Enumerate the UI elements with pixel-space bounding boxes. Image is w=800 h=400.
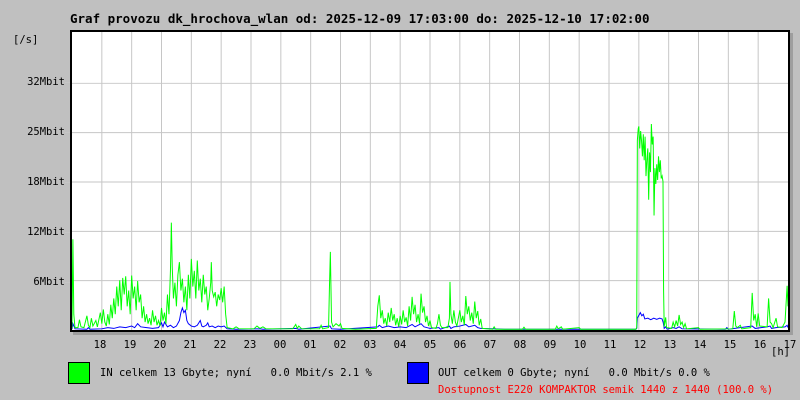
y-axis-tick-label: 32Mbit — [27, 76, 65, 88]
traffic-chart — [72, 32, 788, 330]
x-axis-tick-label: 07 — [483, 339, 497, 351]
y-axis-tick-mark — [65, 282, 70, 283]
out-legend-swatch — [407, 362, 429, 384]
y-axis-unit-label: [/s] — [13, 34, 39, 46]
x-axis-tick-label: 06 — [453, 339, 467, 351]
x-axis-tick-label: 01 — [303, 339, 317, 351]
y-axis-tick-mark — [65, 232, 70, 233]
x-axis-tick-label: 15 — [723, 339, 737, 351]
x-axis-tick-label: 20 — [153, 339, 167, 351]
x-axis-tick-label: 19 — [123, 339, 137, 351]
x-axis-tick-label: 22 — [213, 339, 227, 351]
x-axis-tick-label: 04 — [393, 339, 407, 351]
availability-label: Dostupnost E220 KOMPAKTOR semik 1440 z 1… — [438, 384, 774, 396]
x-axis-tick-label: 00 — [273, 339, 287, 351]
x-axis-tick-label: 09 — [543, 339, 557, 351]
y-axis-tick-label: 25Mbit — [27, 126, 65, 138]
x-axis-tick-label: 14 — [693, 339, 707, 351]
in-legend-swatch — [68, 362, 90, 384]
x-axis-unit-label: [h] — [771, 346, 790, 358]
x-axis-tick-label: 21 — [183, 339, 197, 351]
y-axis-tick-label: 12Mbit — [27, 226, 65, 238]
y-axis-tick-mark — [65, 182, 70, 183]
y-axis-tick-mark — [65, 132, 70, 133]
out-legend-label: OUT celkem 0 Gbyte; nyní 0.0 Mbit/s 0.0 … — [438, 367, 710, 379]
in-legend-label: IN celkem 13 Gbyte; nyní 0.0 Mbit/s 2.1 … — [100, 367, 372, 379]
x-axis-tick-label: 08 — [513, 339, 527, 351]
y-axis-tick-label: 6Mbit — [33, 276, 65, 288]
y-axis-tick-mark — [65, 82, 70, 83]
x-axis-tick-label: 05 — [423, 339, 437, 351]
x-axis-tick-label: 03 — [363, 339, 377, 351]
x-axis-tick-label: 18 — [93, 339, 107, 351]
x-axis-tick-label: 02 — [333, 339, 347, 351]
chart-plot-area — [70, 30, 790, 332]
y-axis-tick-label: 18Mbit — [27, 176, 65, 188]
x-axis-tick-label: 13 — [663, 339, 677, 351]
x-axis-tick-label: 23 — [243, 339, 257, 351]
x-axis-tick-label: 10 — [573, 339, 587, 351]
x-axis-tick-label: 11 — [603, 339, 617, 351]
x-axis-tick-label: 12 — [633, 339, 647, 351]
mrtg-traffic-graph-page: Graf provozu dk_hrochova_wlan od: 2025-1… — [0, 0, 800, 400]
page-title: Graf provozu dk_hrochova_wlan od: 2025-1… — [70, 11, 650, 26]
